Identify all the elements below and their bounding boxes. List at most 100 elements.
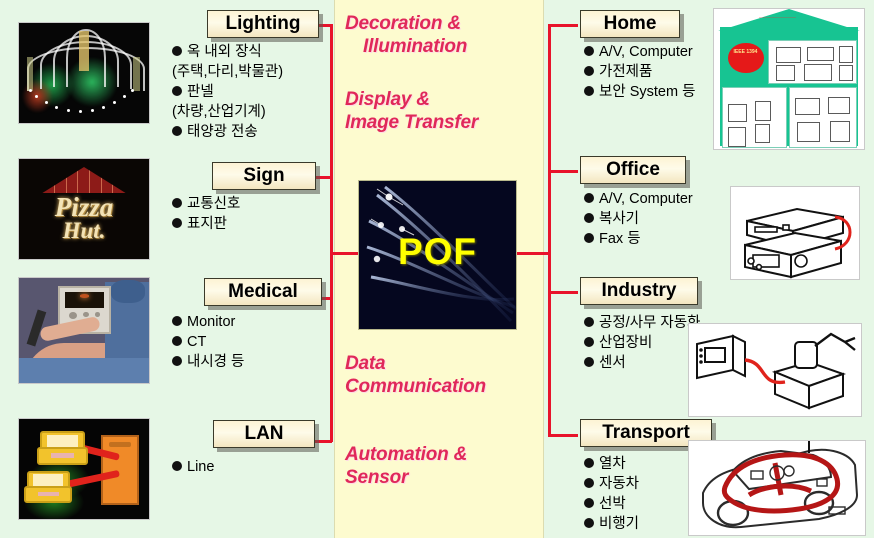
list-item: CT bbox=[172, 332, 244, 352]
bullet-icon bbox=[172, 218, 182, 228]
house-room-lower-right bbox=[789, 87, 857, 149]
industry-items: 공정/사무 자동화 산업장비 센서 bbox=[584, 313, 700, 373]
car-optical-bus-illustration bbox=[689, 441, 865, 535]
house-room-upper bbox=[768, 39, 857, 84]
category-display: Display & Image Transfer bbox=[345, 88, 541, 134]
surgical-drape bbox=[19, 357, 149, 383]
bullet-icon bbox=[584, 233, 594, 243]
list-item: 가전제품 bbox=[584, 62, 695, 82]
lan-items: Line bbox=[172, 457, 214, 477]
bullet-icon bbox=[584, 193, 594, 203]
list-item: 센서 bbox=[584, 353, 700, 373]
medical-items: Monitor CT 내시경 등 bbox=[172, 312, 244, 372]
node-medical-label: Medical bbox=[228, 281, 298, 302]
node-transport-label: Transport bbox=[602, 422, 690, 443]
category-decoration-line2: Illumination bbox=[363, 36, 468, 57]
node-office-label: Office bbox=[606, 159, 660, 180]
bullet-icon bbox=[584, 317, 594, 327]
node-industry[interactable]: Industry bbox=[580, 277, 698, 305]
laptop-bottom-parts bbox=[24, 471, 73, 503]
list-item: 교통신호 bbox=[172, 194, 240, 214]
connector-right-home bbox=[548, 24, 578, 27]
list-item: 선박 bbox=[584, 494, 639, 514]
category-automation: Automation & Sensor bbox=[345, 443, 541, 489]
category-display-line2: Image Transfer bbox=[345, 112, 479, 133]
transport-image bbox=[688, 440, 866, 536]
list-item: Monitor bbox=[172, 312, 244, 332]
category-automation-line2: Sensor bbox=[345, 467, 409, 488]
pof-label: POF bbox=[397, 231, 478, 272]
surgeon-endoscope-monitor-photo bbox=[19, 278, 149, 383]
home-image: ───────────── IEEE 1394 bbox=[713, 8, 865, 150]
node-lighting[interactable]: Lighting bbox=[207, 10, 319, 38]
car-icon bbox=[702, 441, 859, 529]
list-item: Fax 등 bbox=[584, 229, 693, 249]
pizza-hut-wordmark: Pizza Hut. bbox=[54, 192, 114, 243]
bullet-icon bbox=[172, 356, 182, 366]
bullet-icon bbox=[172, 336, 182, 346]
node-lighting-label: Lighting bbox=[225, 13, 301, 34]
monitor-screen bbox=[64, 291, 105, 308]
node-lan[interactable]: LAN bbox=[213, 420, 315, 448]
endoscope-view bbox=[79, 294, 90, 298]
bullet-icon bbox=[172, 316, 182, 326]
lighting-items: 옥 내외 장식 (주택,다리,박물관) 판넬 (차량,산업기계) 태양광 전송 bbox=[172, 42, 283, 142]
category-data: Data Communication bbox=[345, 352, 541, 398]
bullet-icon bbox=[172, 86, 182, 96]
node-sign[interactable]: Sign bbox=[212, 162, 316, 190]
pof-center-node[interactable]: POF bbox=[358, 180, 517, 330]
list-item: 자동차 bbox=[584, 474, 639, 494]
pizza-hut-roof bbox=[42, 167, 126, 193]
laptops-server-network-illustration bbox=[19, 419, 149, 519]
sign-items: 교통신호 표지판 bbox=[172, 194, 240, 234]
node-office[interactable]: Office bbox=[580, 156, 686, 184]
list-item: 판넬 bbox=[172, 82, 283, 102]
office-equipment-icon bbox=[744, 207, 852, 279]
house-caption: ───────────── bbox=[759, 14, 796, 20]
bullet-icon bbox=[584, 458, 594, 468]
bullet-icon bbox=[584, 66, 594, 76]
sign-image: Pizza Hut. bbox=[18, 158, 150, 260]
node-medical[interactable]: Medical bbox=[204, 278, 322, 306]
category-data-line1: Data bbox=[345, 353, 386, 374]
office-av-equipment-illustration bbox=[731, 187, 859, 279]
list-item: 표지판 bbox=[172, 214, 240, 234]
industrial-robot-controller-illustration bbox=[689, 324, 861, 416]
list-item: 공정/사무 자동화 bbox=[584, 313, 700, 333]
home-network-house-diagram: ───────────── IEEE 1394 bbox=[714, 9, 864, 149]
list-item: 보안 System 등 bbox=[584, 82, 695, 102]
list-item: 내시경 등 bbox=[172, 352, 244, 372]
server-tower bbox=[100, 435, 139, 505]
bullet-icon bbox=[584, 86, 594, 96]
medical-image bbox=[18, 277, 150, 384]
category-decoration: Decoration & Illumination bbox=[345, 12, 541, 58]
node-home-label: Home bbox=[603, 13, 657, 34]
list-item: (주택,다리,박물관) bbox=[172, 64, 284, 80]
connector-left-to-pof bbox=[330, 252, 360, 255]
industry-image bbox=[688, 323, 862, 417]
connector-left-trunk bbox=[330, 24, 333, 442]
surgeon-head bbox=[111, 280, 146, 304]
bullet-icon bbox=[172, 461, 182, 471]
house-room-lower-left bbox=[721, 87, 787, 149]
lighting-image bbox=[18, 22, 150, 124]
office-image bbox=[730, 186, 860, 280]
diagram-canvas: Decoration & Illumination Display & Imag… bbox=[0, 0, 874, 538]
bullet-icon bbox=[584, 337, 594, 347]
node-lan-label: LAN bbox=[244, 423, 284, 444]
category-decoration-line1: Decoration & bbox=[345, 13, 461, 34]
list-item: A/V, Computer bbox=[584, 42, 695, 62]
list-item: A/V, Computer bbox=[584, 189, 693, 209]
night-illumination-fountain-photo bbox=[19, 23, 149, 123]
office-items: A/V, Computer 복사기 Fax 등 bbox=[584, 189, 693, 249]
lan-image bbox=[18, 418, 150, 520]
bullet-icon bbox=[584, 46, 594, 56]
ieee-1394-badge: IEEE 1394 bbox=[727, 42, 764, 74]
list-item: (차량,산업기계) bbox=[172, 104, 266, 120]
bullet-icon bbox=[172, 46, 182, 56]
list-item: 복사기 bbox=[584, 209, 693, 229]
category-automation-line1: Automation & bbox=[345, 444, 468, 465]
connector-right-office bbox=[548, 170, 578, 173]
node-home[interactable]: Home bbox=[580, 10, 680, 38]
bullet-icon bbox=[172, 126, 182, 136]
